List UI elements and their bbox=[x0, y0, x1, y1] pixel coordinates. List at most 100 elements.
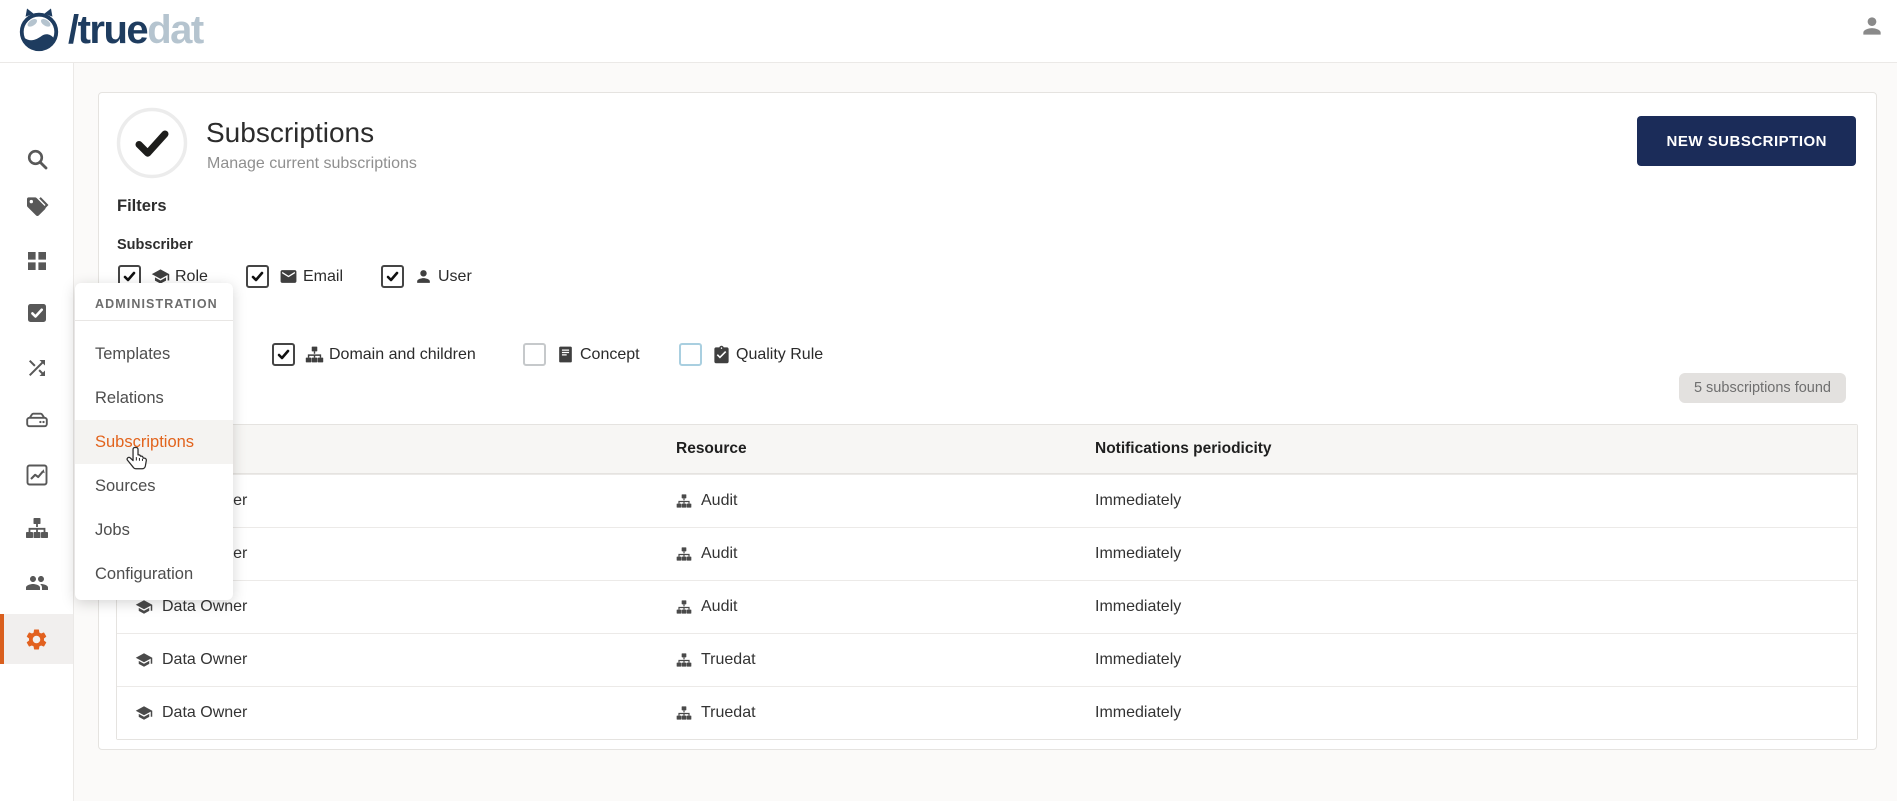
chart-line-icon[interactable] bbox=[25, 463, 49, 487]
filters-label: Filters bbox=[117, 197, 167, 216]
resource-cell: Audit bbox=[658, 492, 1077, 510]
administration-menu-header: ADMINISTRATION bbox=[75, 283, 233, 321]
periodicity-value: Immediately bbox=[1095, 704, 1181, 722]
filter-label: User bbox=[438, 268, 472, 286]
menu-item-templates[interactable]: Templates bbox=[75, 332, 233, 376]
resource-cell: Truedat bbox=[658, 704, 1077, 722]
user-menu-icon[interactable] bbox=[1859, 13, 1885, 39]
filter-label: Domain and children bbox=[329, 346, 476, 364]
menu-item-relations[interactable]: Relations bbox=[75, 376, 233, 420]
grid-icon[interactable] bbox=[25, 249, 49, 273]
sitemap-icon bbox=[676, 493, 692, 509]
subscriptions-hero-icon bbox=[116, 107, 188, 179]
subscriber-value: Data Owner bbox=[162, 704, 247, 722]
email-checkbox[interactable] bbox=[246, 265, 269, 288]
menu-item-jobs[interactable]: Jobs bbox=[75, 508, 233, 552]
filter-quality-rule[interactable]: Quality Rule bbox=[679, 343, 823, 366]
user-icon bbox=[414, 267, 433, 286]
logo-text-secondary: dat bbox=[147, 8, 203, 52]
sitemap-icon bbox=[676, 546, 692, 562]
gear-icon bbox=[24, 627, 49, 652]
concept-checkbox[interactable] bbox=[523, 343, 546, 366]
sitemap-icon bbox=[676, 705, 692, 721]
domain-checkbox[interactable] bbox=[272, 343, 295, 366]
envelope-icon bbox=[279, 267, 298, 286]
periodicity-value: Immediately bbox=[1095, 651, 1181, 669]
filter-label: Quality Rule bbox=[736, 346, 823, 364]
periodicity-value: Immediately bbox=[1095, 545, 1181, 563]
menu-item-subscriptions[interactable]: Subscriptions bbox=[75, 420, 233, 464]
menu-item-configuration[interactable]: Configuration bbox=[75, 552, 233, 596]
subscriptions-table: Resource Notifications periodicity Data … bbox=[116, 424, 1858, 740]
table-row[interactable]: Data Owner Audit Immediately bbox=[117, 474, 1857, 527]
resource-cell: Audit bbox=[658, 598, 1077, 616]
sitemap-icon bbox=[305, 345, 324, 364]
sitemap-icon bbox=[676, 652, 692, 668]
periodicity-cell: Immediately bbox=[1077, 651, 1857, 669]
table-header-row: Resource Notifications periodicity bbox=[117, 425, 1857, 474]
filter-domain-and-children[interactable]: Domain and children bbox=[272, 343, 476, 366]
search-icon[interactable] bbox=[25, 147, 49, 171]
user-checkbox[interactable] bbox=[381, 265, 404, 288]
page-title: Subscriptions bbox=[206, 117, 374, 149]
administration-menu-items: Templates Relations Subscriptions Source… bbox=[75, 321, 233, 596]
periodicity-value: Immediately bbox=[1095, 598, 1181, 616]
periodicity-value: Immediately bbox=[1095, 492, 1181, 510]
resource-cell: Audit bbox=[658, 545, 1077, 563]
sitemap-icon bbox=[676, 599, 692, 615]
resource-value: Truedat bbox=[701, 651, 756, 669]
sidebar-item-administration[interactable] bbox=[0, 614, 73, 664]
resource-value: Truedat bbox=[701, 704, 756, 722]
table-row[interactable]: Data Owner Audit Immediately bbox=[117, 580, 1857, 633]
periodicity-cell: Immediately bbox=[1077, 704, 1857, 722]
sitemap-icon[interactable] bbox=[25, 516, 49, 540]
quality-rule-checkbox[interactable] bbox=[679, 343, 702, 366]
logo-text: /truedat bbox=[68, 7, 203, 53]
truedat-logo[interactable]: /truedat bbox=[16, 7, 203, 53]
check-square-icon[interactable] bbox=[25, 301, 49, 325]
subscriber-value: Data Owner bbox=[162, 598, 247, 616]
subscriber-group-label: Subscriber bbox=[117, 237, 193, 253]
resource-value: Audit bbox=[701, 545, 737, 563]
users-icon[interactable] bbox=[25, 571, 49, 595]
filter-label: Email bbox=[303, 268, 343, 286]
subscriptions-card: Subscriptions Manage current subscriptio… bbox=[98, 92, 1877, 750]
filter-email[interactable]: Email bbox=[246, 265, 343, 288]
subscriber-cell: Data Owner bbox=[117, 598, 658, 616]
graduation-cap-icon bbox=[135, 598, 153, 616]
filter-label: Concept bbox=[580, 346, 640, 364]
shuffle-icon[interactable] bbox=[25, 356, 49, 380]
new-subscription-button[interactable]: NEW SUBSCRIPTION bbox=[1637, 116, 1856, 166]
periodicity-cell: Immediately bbox=[1077, 545, 1857, 563]
resource-value: Audit bbox=[701, 598, 737, 616]
column-header-periodicity: Notifications periodicity bbox=[1077, 440, 1857, 458]
filter-concept[interactable]: Concept bbox=[523, 343, 640, 366]
topbar: /truedat bbox=[0, 0, 1897, 63]
graduation-cap-icon bbox=[135, 651, 153, 669]
tags-icon[interactable] bbox=[25, 195, 49, 219]
results-count-badge: 5 subscriptions found bbox=[1679, 373, 1846, 403]
table-row[interactable]: Data Owner Truedat Immediately bbox=[117, 686, 1857, 739]
app-root: /truedat bbox=[0, 0, 1897, 801]
drive-icon[interactable] bbox=[25, 409, 49, 433]
resource-cell: Truedat bbox=[658, 651, 1077, 669]
sidebar bbox=[0, 62, 74, 801]
resource-value: Audit bbox=[701, 492, 737, 510]
periodicity-cell: Immediately bbox=[1077, 598, 1857, 616]
owl-logo-icon bbox=[16, 7, 62, 53]
subscriber-cell: Data Owner bbox=[117, 704, 658, 722]
book-icon bbox=[556, 345, 575, 364]
filter-user[interactable]: User bbox=[381, 265, 472, 288]
column-header-resource: Resource bbox=[658, 440, 1077, 458]
subscriber-value: Data Owner bbox=[162, 651, 247, 669]
table-row[interactable]: Data Owner Audit Immediately bbox=[117, 527, 1857, 580]
graduation-cap-icon bbox=[135, 704, 153, 722]
logo-text-primary: /true bbox=[68, 8, 147, 52]
menu-item-sources[interactable]: Sources bbox=[75, 464, 233, 508]
subscriber-cell: Data Owner bbox=[117, 651, 658, 669]
periodicity-cell: Immediately bbox=[1077, 492, 1857, 510]
clipboard-check-icon bbox=[712, 345, 731, 364]
page-subtitle: Manage current subscriptions bbox=[207, 155, 417, 173]
main-area: Subscriptions Manage current subscriptio… bbox=[73, 62, 1897, 801]
table-row[interactable]: Data Owner Truedat Immediately bbox=[117, 633, 1857, 686]
